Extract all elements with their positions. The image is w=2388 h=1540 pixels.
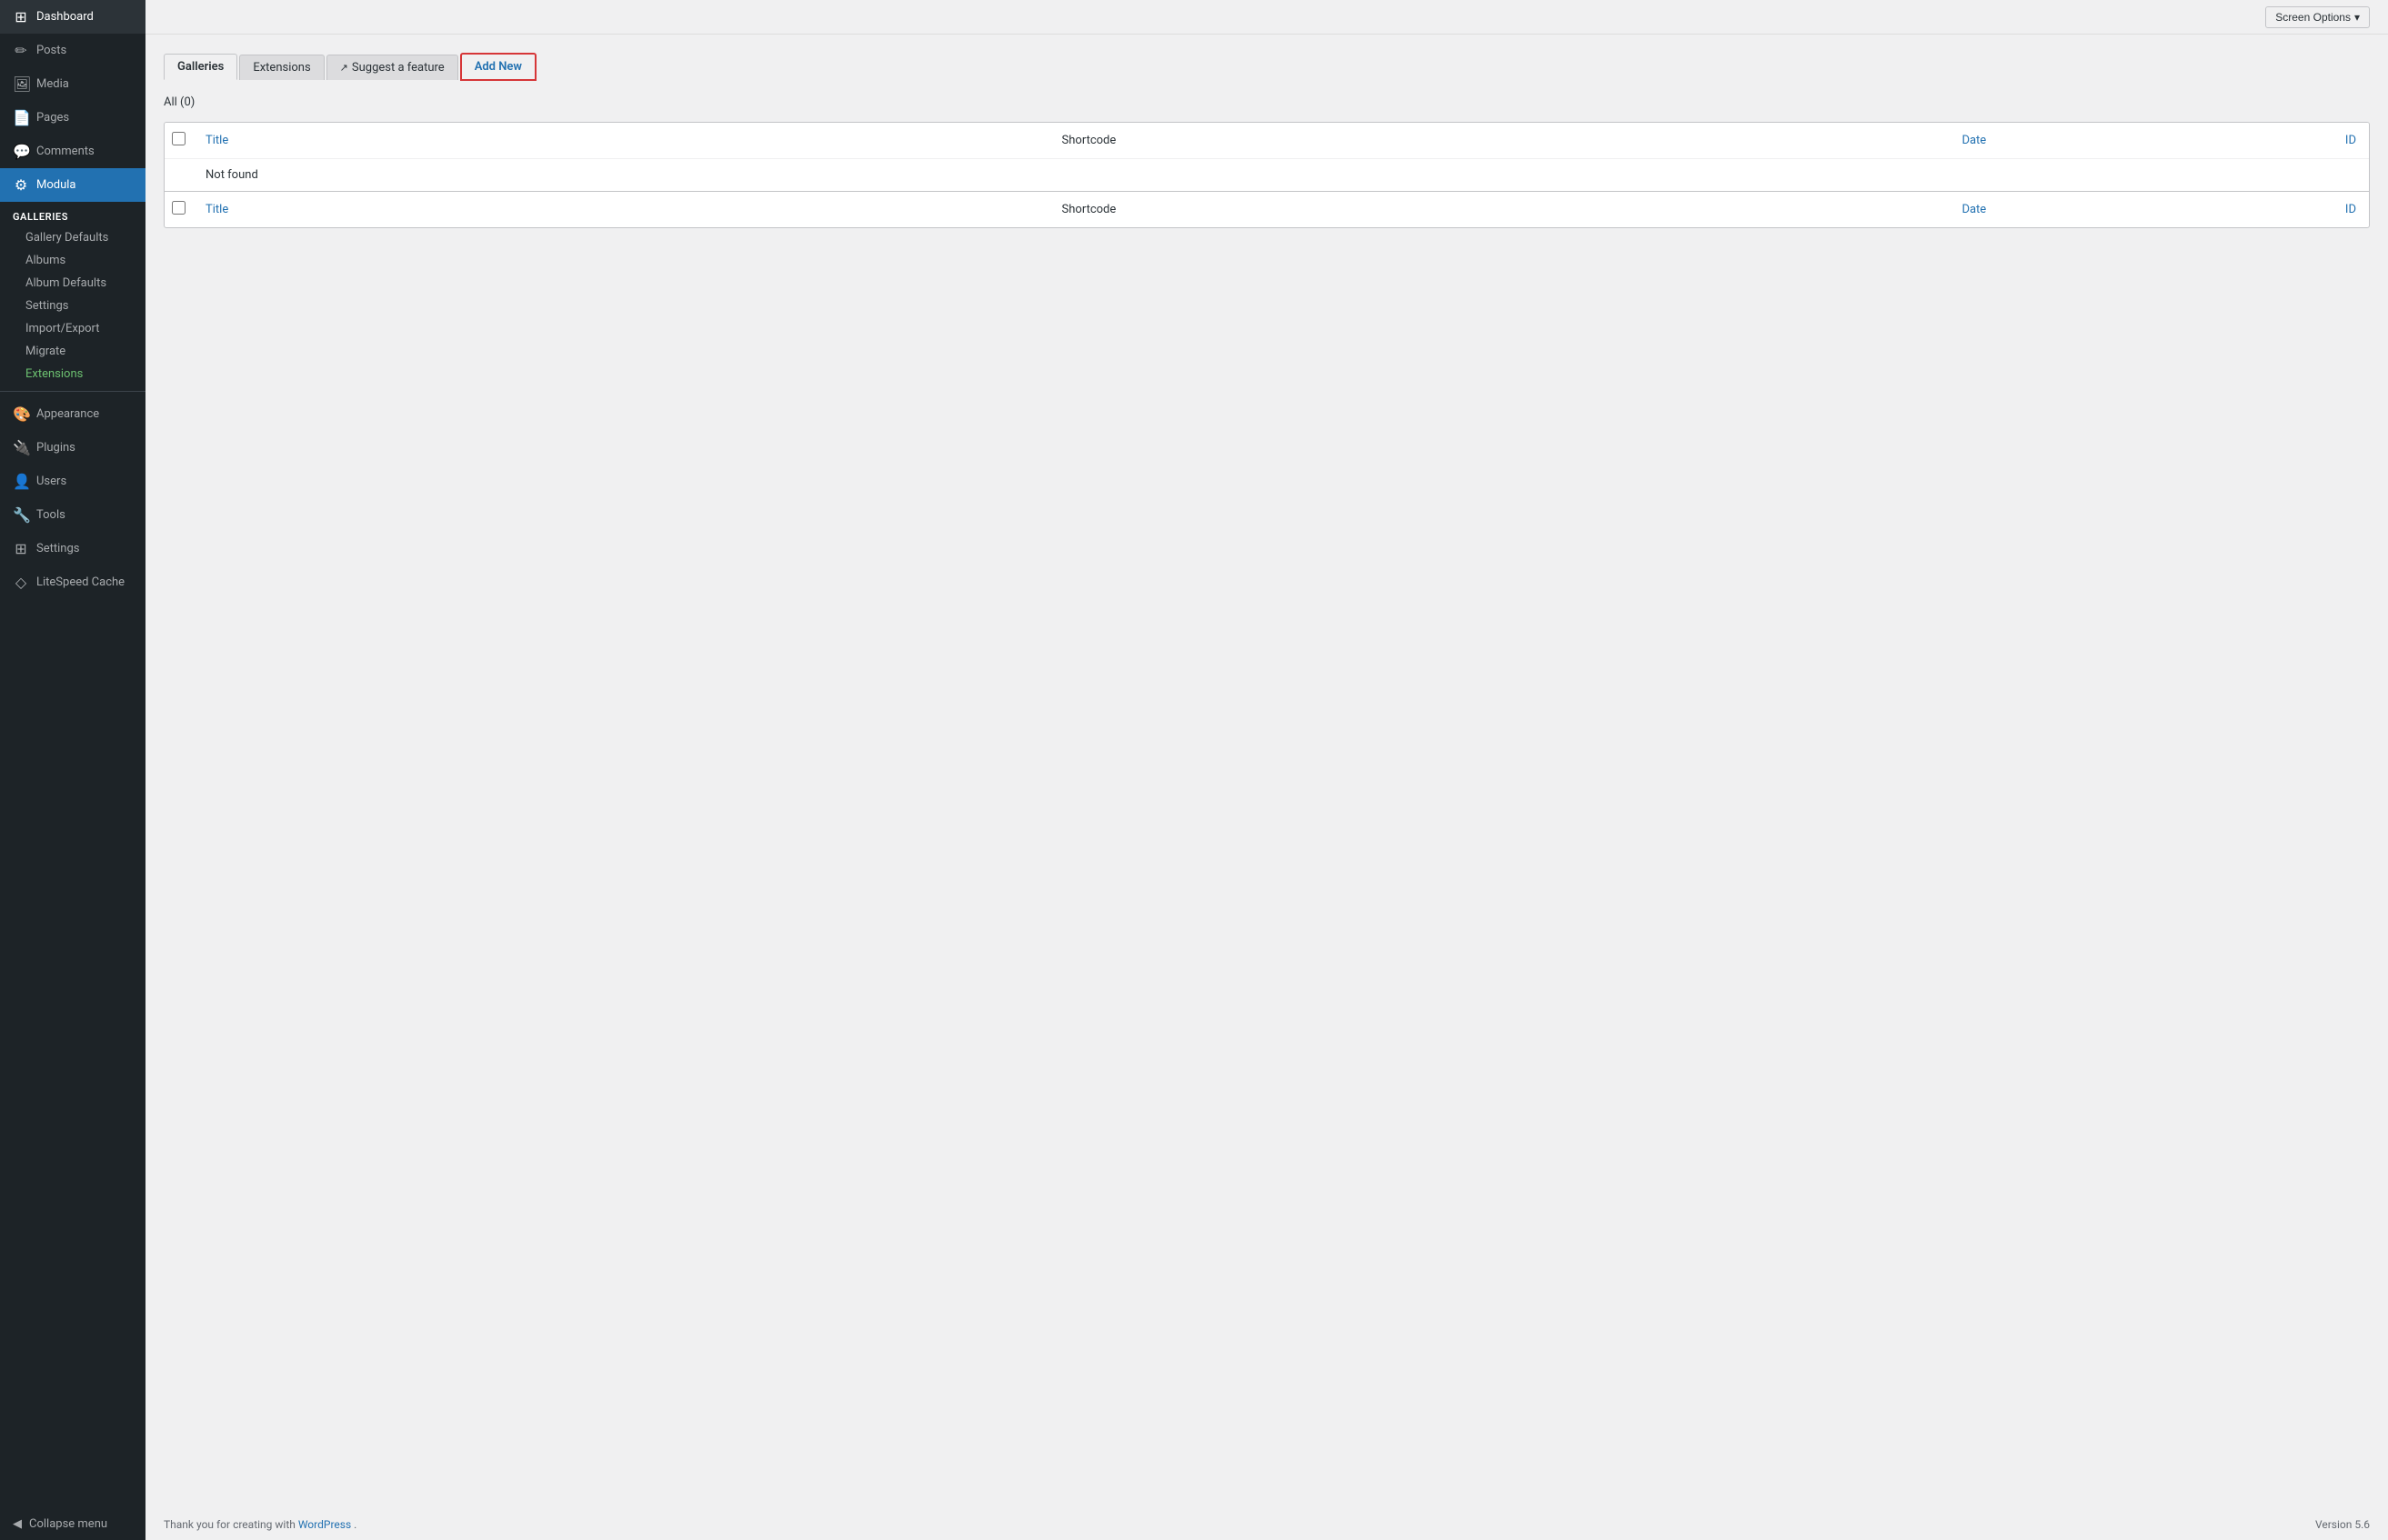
external-link-icon: ↗ (340, 62, 348, 74)
screen-options-button[interactable]: Screen Options ▾ (2265, 6, 2370, 28)
col-shortcode-footer: Shortcode (684, 192, 1493, 228)
tools-icon: 🔧 (13, 506, 29, 524)
modula-icon: ⚙ (13, 176, 29, 194)
select-all-checkbox-footer[interactable] (172, 201, 186, 215)
litespeed-icon: ◇ (13, 574, 29, 591)
galleries-group-title: Galleries (0, 202, 145, 226)
not-found-cell (165, 159, 193, 192)
sidebar-item-tools[interactable]: 🔧 Tools (0, 498, 145, 532)
galleries-table: Title Shortcode Date ID (165, 123, 2369, 227)
table-head: Title Shortcode Date ID (165, 123, 2369, 159)
plugins-icon: 🔌 (13, 439, 29, 456)
sidebar-subitem-migrate[interactable]: Migrate (0, 340, 145, 363)
main-content: Screen Options ▾ Galleries Extensions ↗ … (145, 0, 2388, 1540)
sidebar-item-settings[interactable]: ⊞ Settings (0, 532, 145, 565)
posts-icon: ✏ (13, 42, 29, 59)
not-found-message: Not found (193, 159, 2369, 192)
tab-suggest-feature[interactable]: ↗ Suggest a feature (326, 55, 458, 80)
sidebar-item-comments[interactable]: 💬 Comments (0, 135, 145, 168)
screen-options-arrow: ▾ (2354, 11, 2360, 24)
table-row-not-found: Not found (165, 159, 2369, 192)
collapse-icon: ◀ (13, 1517, 22, 1531)
sidebar-item-users[interactable]: 👤 Users (0, 465, 145, 498)
dashboard-icon: ⊞ (13, 8, 29, 25)
sidebar-item-label: Comments (36, 145, 95, 158)
sidebar-item-label: Pages (36, 111, 69, 125)
all-count: All (0) (164, 95, 2370, 109)
col-title-footer[interactable]: Title (193, 192, 684, 228)
sidebar-item-label: Dashboard (36, 10, 94, 24)
comments-icon: 💬 (13, 143, 29, 160)
wordpress-link[interactable]: WordPress (298, 1518, 354, 1531)
all-label: All (164, 95, 177, 109)
table-foot-row: Title Shortcode Date ID (165, 192, 2369, 228)
media-icon: 🖼 (13, 75, 29, 93)
sidebar-item-dashboard[interactable]: ⊞ Dashboard (0, 0, 145, 34)
sidebar-item-label: Settings (36, 542, 79, 555)
appearance-icon: 🎨 (13, 405, 29, 423)
footer-thank-you: Thank you for creating with WordPress . (164, 1518, 356, 1531)
sidebar-item-plugins[interactable]: 🔌 Plugins (0, 431, 145, 465)
sidebar-item-label: Plugins (36, 441, 75, 455)
col-title-header[interactable]: Title (193, 123, 684, 159)
sidebar-item-posts[interactable]: ✏ Posts (0, 34, 145, 67)
tab-extensions[interactable]: Extensions (239, 55, 324, 80)
col-shortcode-header: Shortcode (684, 123, 1493, 159)
all-count-number: (0) (180, 95, 195, 109)
sidebar-subitem-album-defaults[interactable]: Album Defaults (0, 272, 145, 295)
sidebar: ⊞ Dashboard ✏ Posts 🖼 Media 📄 Pages 💬 Co… (0, 0, 145, 1540)
sidebar-divider (0, 391, 145, 392)
col-date-footer[interactable]: Date (1494, 192, 2000, 228)
col-check-header (165, 123, 193, 159)
pages-icon: 📄 (13, 109, 29, 126)
sidebar-subitem-import-export[interactable]: Import/Export (0, 317, 145, 340)
screen-options-label: Screen Options (2275, 11, 2351, 24)
select-all-checkbox[interactable] (172, 132, 186, 145)
tabs-row: Galleries Extensions ↗ Suggest a feature… (164, 53, 2370, 81)
col-date-header[interactable]: Date (1494, 123, 2000, 159)
content-area: Galleries Extensions ↗ Suggest a feature… (145, 35, 2388, 1540)
sidebar-item-pages[interactable]: 📄 Pages (0, 101, 145, 135)
col-check-footer (165, 192, 193, 228)
sidebar-item-modula[interactable]: ⚙ Modula (0, 168, 145, 202)
tab-galleries[interactable]: Galleries (164, 54, 237, 80)
users-icon: 👤 (13, 473, 29, 490)
topbar: Screen Options ▾ (145, 0, 2388, 35)
sidebar-subitem-gallery-defaults[interactable]: Gallery Defaults (0, 226, 145, 249)
sidebar-item-appearance[interactable]: 🎨 Appearance (0, 397, 145, 431)
sidebar-subitem-extensions[interactable]: Extensions (0, 363, 145, 385)
sidebar-item-label: Appearance (36, 407, 99, 421)
sidebar-item-label: Users (36, 475, 66, 488)
sidebar-item-label: Media (36, 77, 69, 91)
page-footer: Thank you for creating with WordPress . … (164, 1505, 2370, 1540)
col-id-header[interactable]: ID (1999, 123, 2369, 159)
sidebar-item-label: Tools (36, 508, 65, 522)
table-head-row: Title Shortcode Date ID (165, 123, 2369, 159)
sidebar-item-litespeed[interactable]: ◇ LiteSpeed Cache (0, 565, 145, 599)
sidebar-item-label: LiteSpeed Cache (36, 575, 125, 589)
footer-version: Version 5.6 (2315, 1518, 2370, 1531)
col-id-footer[interactable]: ID (1999, 192, 2369, 228)
settings-icon: ⊞ (13, 540, 29, 557)
sidebar-subitem-albums[interactable]: Albums (0, 249, 145, 272)
sidebar-item-media[interactable]: 🖼 Media (0, 67, 145, 101)
tab-add-new[interactable]: Add New (460, 53, 537, 81)
table-body: Not found (165, 159, 2369, 192)
sidebar-item-label: Posts (36, 44, 66, 57)
sidebar-subitem-settings[interactable]: Settings (0, 295, 145, 317)
collapse-menu-label: Collapse menu (29, 1517, 107, 1531)
sidebar-item-label: Modula (36, 178, 76, 192)
table-foot: Title Shortcode Date ID (165, 192, 2369, 228)
galleries-table-wrap: Title Shortcode Date ID (164, 122, 2370, 228)
collapse-menu-button[interactable]: ◀ Collapse menu (0, 1508, 145, 1540)
